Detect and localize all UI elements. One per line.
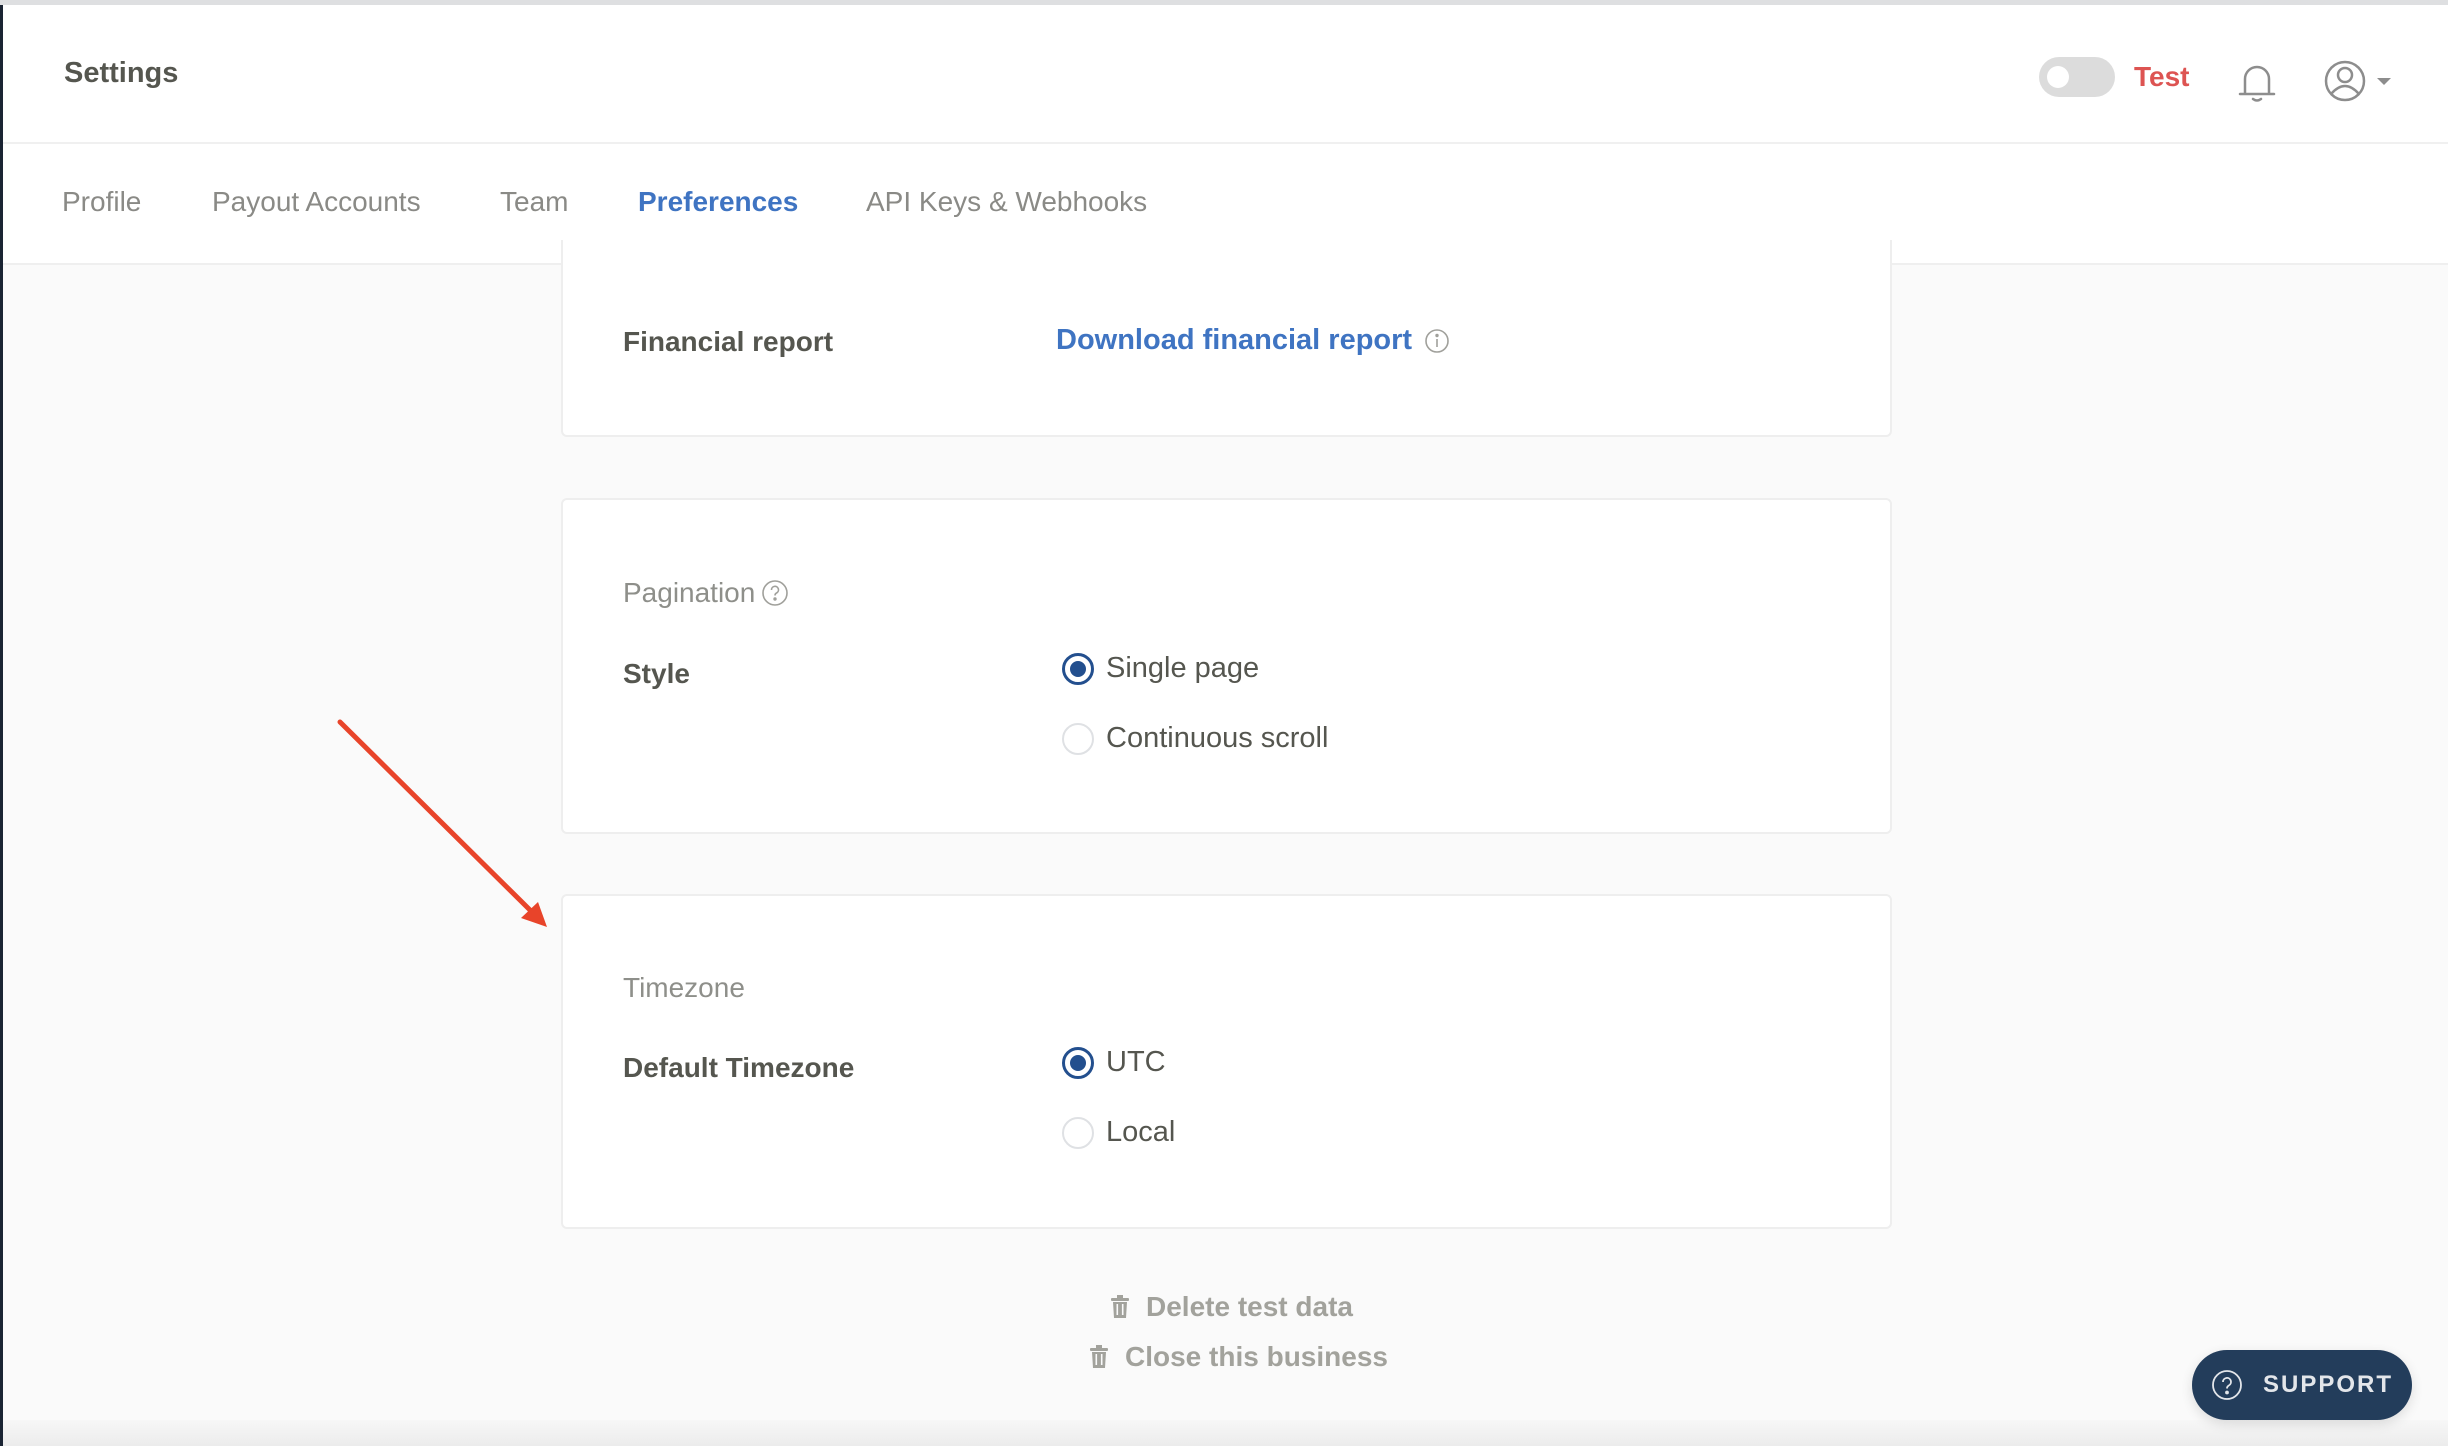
radio-label: Single page [1106, 652, 1260, 684]
support-label: SUPPORT [2262, 1371, 2393, 1398]
pagination-card: Pagination Style Single page Continuous … [561, 498, 1892, 834]
radio-button-checked[interactable] [1062, 1046, 1094, 1079]
test-mode-label: Test [2134, 61, 2190, 92]
support-button[interactable]: SUPPORT [2192, 1350, 2412, 1420]
test-mode-toggle[interactable] [2039, 57, 2115, 97]
bell-icon[interactable] [2237, 61, 2277, 103]
radio-continuous-scroll[interactable]: Continuous scroll [1062, 722, 1328, 755]
default-timezone-label: Default Timezone [623, 1052, 855, 1083]
trash-icon [1090, 1345, 1108, 1368]
close-business-link[interactable]: Close this business [1089, 1341, 1388, 1373]
timezone-section-title: Timezone [623, 972, 745, 1003]
tab-profile[interactable]: Profile [62, 144, 141, 265]
caret-down-icon [2377, 78, 2391, 85]
delete-test-data-link[interactable]: Delete test data [1110, 1291, 1353, 1323]
account-menu-button[interactable] [2323, 59, 2403, 103]
toggle-knob [2047, 66, 2069, 88]
question-circle-icon[interactable] [761, 579, 789, 607]
radio-button-checked[interactable] [1062, 652, 1094, 685]
radio-button-unchecked[interactable] [1062, 722, 1094, 755]
radio-utc[interactable]: UTC [1062, 1046, 1166, 1079]
question-circle-icon [2212, 1370, 2242, 1400]
pagination-title: Pagination [623, 577, 756, 608]
tab-team[interactable]: Team [500, 144, 568, 265]
financial-report-label: Financial report [623, 326, 834, 357]
trash-icon [1111, 1295, 1129, 1318]
timezone-card: Timezone Default Timezone UTC Local [561, 894, 1892, 1229]
info-icon [1425, 328, 1449, 353]
arrowhead-icon [521, 902, 547, 927]
page-header: Settings Test [3, 5, 2448, 144]
close-business-text: Close this business [1125, 1341, 1388, 1372]
radio-single-page[interactable]: Single page [1062, 652, 1259, 685]
radio-label: Continuous scroll [1106, 722, 1329, 754]
financial-report-card: Financial report Download financial repo… [561, 240, 1892, 437]
pagination-section-title: Pagination [623, 577, 789, 609]
window-left-edge [0, 5, 3, 1446]
tab-payout-accounts[interactable]: Payout Accounts [212, 144, 421, 265]
radio-label: UTC [1106, 1046, 1166, 1078]
page-title: Settings [64, 57, 179, 89]
radio-local[interactable]: Local [1062, 1116, 1175, 1149]
arrow-shaft [337, 719, 533, 913]
radio-button-unchecked[interactable] [1062, 1116, 1094, 1149]
download-financial-report-text: Download financial report [1056, 324, 1413, 356]
bottom-shadow [0, 1420, 2448, 1446]
radio-label: Local [1106, 1116, 1176, 1148]
pagination-style-label: Style [623, 658, 690, 689]
user-circle-icon [2324, 60, 2366, 102]
delete-test-data-text: Delete test data [1146, 1291, 1353, 1322]
download-financial-report-link[interactable]: Download financial report [1056, 324, 1450, 357]
